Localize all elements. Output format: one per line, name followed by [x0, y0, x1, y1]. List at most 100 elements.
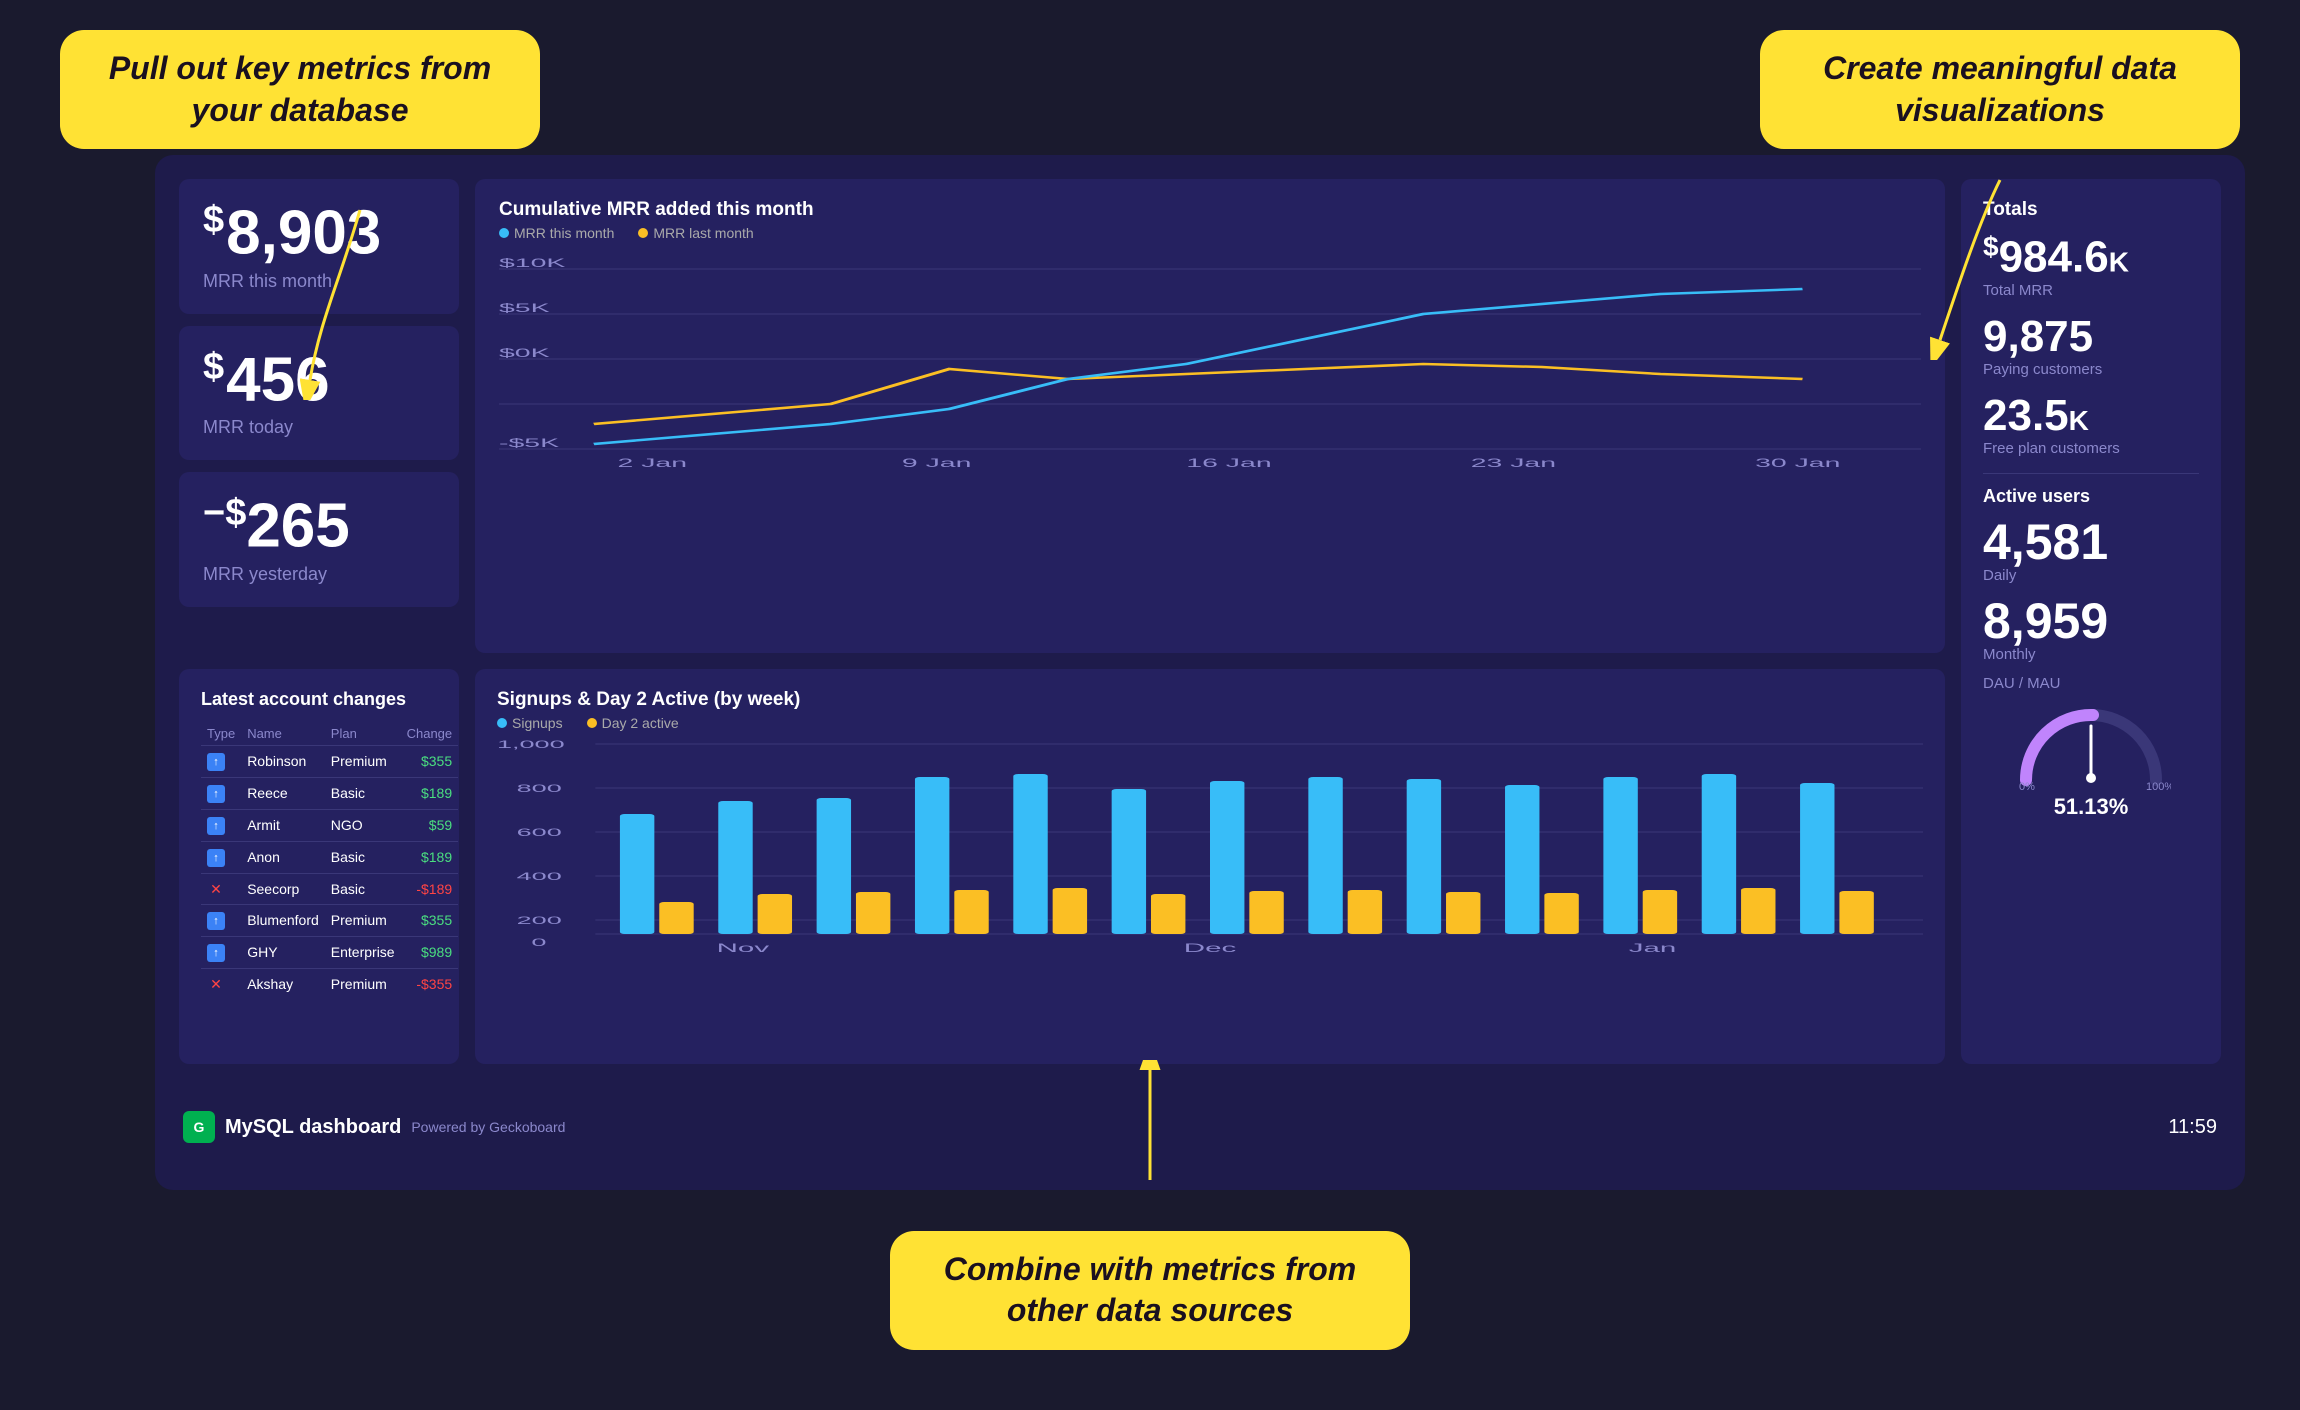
active-users-title: Active users	[1983, 486, 2199, 507]
dau-mau-label: DAU / MAU	[1983, 675, 2199, 692]
free-plan-metric: 23.5K Free plan customers	[1983, 394, 2199, 457]
dashboard-footer: G MySQL dashboard Powered by Geckoboard …	[179, 1080, 2221, 1166]
row-type-icon: ↑	[201, 936, 241, 968]
svg-text:23 Jan: 23 Jan	[1471, 456, 1556, 469]
gauge-chart: 0% 100%	[2011, 700, 2171, 790]
bar-chart-card: Signups & Day 2 Active (by week) Signups…	[475, 669, 1945, 1065]
x-icon: ✕	[207, 975, 225, 993]
footer-time: 11:59	[2168, 1116, 2217, 1139]
mrr-line-chart: $10K $5K $0K -$5K 2 Jan 9 Jan 16 Jan 23 …	[499, 249, 1921, 469]
monthly-users-metric: 8,959 Monthly	[1983, 596, 2199, 663]
row-change: $189	[401, 841, 459, 873]
paying-customers-label: Paying customers	[1983, 361, 2199, 378]
table-title: Latest account changes	[201, 689, 437, 710]
daily-users-metric: 4,581 Daily	[1983, 517, 2199, 584]
row-type-icon: ↑	[201, 841, 241, 873]
svg-text:9 Jan: 9 Jan	[902, 456, 972, 469]
bar-chart-svg: 1,000 800 600 400 200 0	[497, 739, 1923, 959]
x-icon: ✕	[207, 880, 225, 898]
bar-chart-legend: Signups Day 2 active	[497, 715, 1923, 731]
callout-bottom: Combine with metrics from other data sou…	[890, 1231, 1410, 1350]
bar-chart-title: Signups & Day 2 Active (by week)	[497, 689, 1923, 711]
table-row: ↑ AnonBasic$189	[201, 841, 458, 873]
svg-text:100%: 100%	[2146, 781, 2171, 790]
table-row: ↑RobinsonPremium$355	[201, 745, 458, 777]
table-row: ↑ArmitNGO$59	[201, 809, 458, 841]
currency-sign: $	[203, 346, 224, 388]
row-change: $355	[401, 904, 459, 936]
row-plan: Premium	[325, 968, 401, 999]
daily-users-value: 4,581	[1983, 517, 2199, 567]
free-plan-value: 23.5K	[1983, 394, 2199, 438]
row-change: $59	[401, 809, 459, 841]
gauge-container: 0% 100% 51.13%	[1983, 700, 2199, 820]
mrr-chart-card: Cumulative MRR added this month MRR this…	[475, 179, 1945, 653]
row-plan: Premium	[325, 745, 401, 777]
svg-text:400: 400	[517, 870, 562, 882]
footer-powered: Powered by Geckoboard	[411, 1119, 565, 1135]
row-plan: NGO	[325, 809, 401, 841]
row-change: $355	[401, 745, 459, 777]
row-plan: Premium	[325, 904, 401, 936]
row-name: GHY	[241, 936, 325, 968]
row-name: Blumenford	[241, 904, 325, 936]
svg-text:30 Jan: 30 Jan	[1755, 456, 1840, 469]
svg-text:Nov: Nov	[717, 941, 770, 954]
svg-text:Dec: Dec	[1184, 941, 1236, 954]
row-name: Anon	[241, 841, 325, 873]
callout-top-right: Create meaningful data visualizations	[1760, 30, 2240, 149]
callout-top-left: Pull out key metrics from your database	[60, 30, 540, 149]
table-row: ↑ BlumenfordPremium$355	[201, 904, 458, 936]
svg-text:$0K: $0K	[499, 346, 550, 360]
col-name: Name	[241, 722, 325, 746]
svg-text:16 Jan: 16 Jan	[1186, 456, 1271, 469]
svg-text:0%: 0%	[2019, 781, 2035, 790]
svg-text:200: 200	[517, 914, 562, 926]
col-plan: Plan	[325, 722, 401, 746]
svg-text:-$5K: -$5K	[499, 436, 560, 450]
row-plan: Enterprise	[325, 936, 401, 968]
row-name: Reece	[241, 777, 325, 809]
svg-text:1,000: 1,000	[497, 739, 565, 751]
row-type-icon: ✕	[201, 873, 241, 904]
footer-title: MySQL dashboard	[225, 1116, 401, 1139]
currency-sign: $	[203, 199, 224, 241]
divider	[1983, 473, 2199, 474]
up-icon: ↑	[207, 785, 225, 803]
up-icon: ↑	[207, 944, 225, 962]
row-type-icon: ↑	[201, 809, 241, 841]
row-type-icon: ✕	[201, 968, 241, 999]
mrr-yesterday-label: MRR yesterday	[203, 564, 435, 585]
svg-text:$5K: $5K	[499, 301, 550, 315]
svg-text:800: 800	[517, 782, 562, 794]
mrr-chart-legend: MRR this month MRR last month	[499, 225, 1921, 241]
up-icon: ↑	[207, 753, 225, 771]
mrr-chart-title: Cumulative MRR added this month	[499, 199, 1921, 221]
table-card: Latest account changes Type Name Plan Ch…	[179, 669, 459, 1065]
svg-text:2 Jan: 2 Jan	[618, 456, 688, 469]
row-type-icon: ↑	[201, 777, 241, 809]
mrr-yesterday-value: −$265	[203, 494, 435, 558]
svg-text:$10K: $10K	[499, 256, 566, 270]
col-type: Type	[201, 722, 241, 746]
row-plan: Basic	[325, 873, 401, 904]
gauge-value: 51.13%	[2054, 794, 2129, 820]
row-name: Akshay	[241, 968, 325, 999]
account-changes-table: Type Name Plan Change ↑RobinsonPremium$3…	[201, 722, 458, 999]
row-name: Seecorp	[241, 873, 325, 904]
row-change: -$355	[401, 968, 459, 999]
up-icon: ↑	[207, 849, 225, 867]
row-change: $189	[401, 777, 459, 809]
row-change: $989	[401, 936, 459, 968]
mrr-today-label: MRR today	[203, 417, 435, 438]
table-row: ✕ AkshayPremium-$355	[201, 968, 458, 999]
row-type-icon: ↑	[201, 745, 241, 777]
monthly-users-value: 8,959	[1983, 596, 2199, 646]
col-change: Change	[401, 722, 459, 746]
up-icon: ↑	[207, 912, 225, 930]
row-plan: Basic	[325, 777, 401, 809]
row-plan: Basic	[325, 841, 401, 873]
row-name: Armit	[241, 809, 325, 841]
footer-left: G MySQL dashboard Powered by Geckoboard	[183, 1111, 565, 1143]
svg-text:Jan: Jan	[1629, 941, 1677, 954]
